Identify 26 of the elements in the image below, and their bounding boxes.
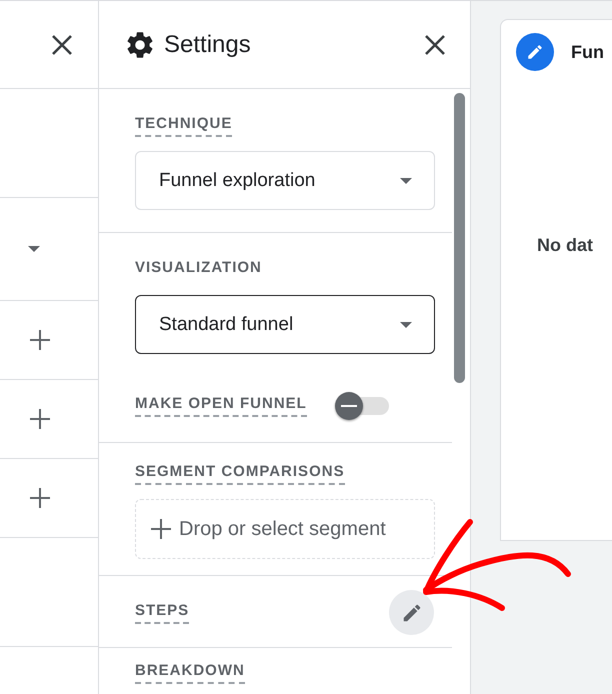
dropdown[interactable]: Standard funnel	[135, 295, 435, 354]
caret-icon	[400, 322, 412, 328]
panel-title: Settings	[164, 30, 252, 58]
section-label: TECHNIQUE	[135, 115, 232, 137]
toggle-switch[interactable]	[334, 394, 389, 418]
dropdown[interactable]: Funnel exploration	[135, 151, 435, 210]
add-icon[interactable]	[30, 409, 50, 429]
scrollbar-thumb[interactable]	[454, 93, 465, 383]
dropdown-caret[interactable]	[28, 246, 40, 252]
section-label: STEPS	[135, 602, 190, 624]
segment-drop-zone[interactable]: Drop or select segment	[135, 499, 435, 559]
edit-button[interactable]	[389, 590, 434, 635]
tab-title[interactable]: Fun	[571, 42, 604, 62]
caret-icon	[28, 246, 40, 252]
section-label: MAKE OPEN FUNNEL	[135, 395, 307, 417]
empty-message: No dat	[537, 235, 594, 256]
section-label: VISUALIZATION	[135, 259, 262, 278]
caret-icon	[400, 178, 412, 184]
pencil-icon[interactable]	[516, 33, 554, 71]
add-icon[interactable]	[30, 330, 50, 350]
add-icon[interactable]	[30, 488, 50, 508]
close-icon[interactable]	[424, 34, 446, 56]
add-icon	[151, 519, 171, 539]
close-icon[interactable]	[51, 34, 73, 56]
section-label: BREAKDOWN	[135, 662, 245, 684]
section-label: SEGMENT COMPARISONS	[135, 463, 345, 485]
